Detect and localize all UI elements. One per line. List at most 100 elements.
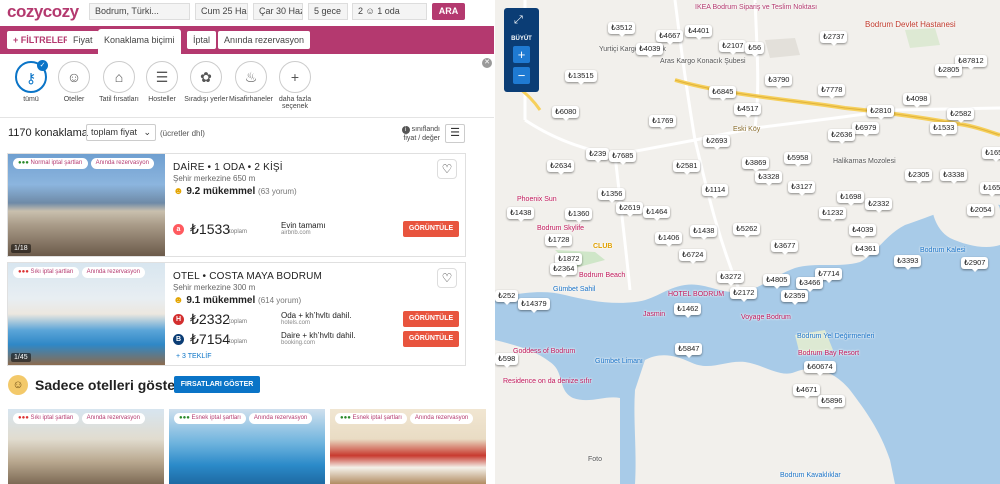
destination-input[interactable]: Bodrum, Türki... <box>89 3 190 20</box>
map-place-label[interactable]: Goddess of Bodrum <box>513 348 575 355</box>
map-price-pin[interactable]: ₺2907 <box>961 257 989 272</box>
view-offer-button[interactable]: GÖRÜNTÜLE <box>403 331 459 347</box>
tab-accommodation-type[interactable]: Konaklama biçimi <box>98 29 181 54</box>
classification-info[interactable]: i sınıflandı fiyat / değer <box>398 125 440 143</box>
map-price-pin[interactable]: ₺2582 <box>947 108 975 123</box>
close-icon[interactable]: ✕ <box>482 58 492 68</box>
map-place-label[interactable]: Phoenix Sun <box>517 196 557 203</box>
map-price-pin[interactable]: ₺1114 <box>702 184 729 199</box>
map-place-label[interactable]: Bodrum Devlet Hastanesi <box>865 20 956 29</box>
map-price-pin[interactable]: ₺3677 <box>771 240 799 255</box>
map-price-pin[interactable]: ₺3512 <box>608 22 636 37</box>
map-price-pin[interactable]: ₺1769 <box>649 115 677 130</box>
map-price-pin[interactable]: ₺598 <box>495 353 519 368</box>
map-place-label[interactable]: Halikarnas Mozolesi <box>833 158 896 165</box>
map-price-pin[interactable]: ₺4517 <box>734 103 762 118</box>
search-button[interactable]: ARA <box>432 3 465 20</box>
map-price-pin[interactable]: ₺2581 <box>673 160 701 175</box>
map-price-pin[interactable]: ₺1438 <box>507 207 535 222</box>
map-price-pin[interactable]: ₺4039 <box>636 43 664 58</box>
favorite-heart-icon[interactable]: ♡ <box>437 159 457 179</box>
map-place-label[interactable]: Voyage Bodrum <box>741 314 791 321</box>
guests-selector[interactable]: 2 ☺ 1 oda <box>352 3 427 20</box>
listing-title[interactable]: OTEL • COSTA MAYA BODRUM <box>173 271 322 282</box>
map-price-pin[interactable]: ₺2805 <box>935 64 963 79</box>
view-offer-button[interactable]: GÖRÜNTÜLE <box>403 221 459 237</box>
map-price-pin[interactable]: ₺1462 <box>674 303 702 318</box>
map-price-pin[interactable]: ₺6979 <box>852 122 880 137</box>
filters-button[interactable]: + FİLTRELER <box>7 31 76 49</box>
map-price-pin[interactable]: ₺1356 <box>598 188 626 203</box>
map-place-label[interactable]: Eski Köy <box>733 126 760 133</box>
checkout-date[interactable]: Çar 30 Haz <box>253 3 303 20</box>
map-price-pin[interactable]: ₺3127 <box>788 181 816 196</box>
show-deals-button[interactable]: FIRSATLARI GÖSTER <box>174 376 260 393</box>
listing-photo[interactable]: ●●● Sıkı iptal şartları Anında rezervasyo… <box>8 263 165 365</box>
listing-photo[interactable]: ●●● Normal iptal şartları Anında rezervas… <box>8 154 165 256</box>
expand-label[interactable]: BÜYÜT <box>504 36 539 42</box>
map-price-pin[interactable]: ₺2810 <box>867 105 895 120</box>
tab-cancellation[interactable]: İptal <box>187 31 217 49</box>
map-price-pin[interactable]: ₺1232 <box>819 207 847 222</box>
map-price-pin[interactable]: ₺13515 <box>565 70 597 85</box>
map-price-pin[interactable]: ₺2054 <box>967 204 995 219</box>
map-price-pin[interactable]: ₺3393 <box>894 255 922 270</box>
map-price-pin[interactable]: ₺2693 <box>703 135 731 150</box>
map-price-pin[interactable]: ₺239 <box>586 148 610 163</box>
map-price-pin[interactable]: ₺4098 <box>903 93 931 108</box>
map-price-pin[interactable]: ₺6845 <box>709 86 737 101</box>
map-price-pin[interactable]: ₺1464 <box>643 206 671 221</box>
listing-thumbnail[interactable]: ●●● Sıkı iptal şartları Anında rezervasyo… <box>8 409 164 484</box>
sort-select[interactable]: toplam fiyat ⌄ <box>86 124 156 141</box>
map-price-pin[interactable]: ₺2172 <box>730 287 758 302</box>
map-price-pin[interactable]: ₺7778 <box>818 84 846 99</box>
map-price-pin[interactable]: ₺5896 <box>818 395 846 410</box>
sort-menu-button[interactable]: ☰ <box>445 124 465 143</box>
map-price-pin[interactable]: ₺2634 <box>547 160 575 175</box>
map-price-pin[interactable]: ₺5958 <box>784 152 812 167</box>
map-view[interactable]: IKEA Bodrum Sipariş ve Teslim Noktası Yu… <box>495 0 1000 484</box>
map-place-label[interactable]: Bodrum Yel Değirmenleri <box>797 333 874 340</box>
map-price-pin[interactable]: ₺1728 <box>545 234 573 249</box>
map-price-pin[interactable]: ₺252 <box>495 290 519 305</box>
listing-thumbnail[interactable]: ●●● Esnek iptal şartları Anında rezervasy… <box>330 409 486 484</box>
map-price-pin[interactable]: ₺6724 <box>679 249 707 264</box>
map-place-label[interactable]: Jasmin <box>643 311 665 318</box>
map-price-pin[interactable]: ₺3869 <box>742 157 770 172</box>
map-price-pin[interactable]: ₺1533 <box>930 122 958 137</box>
map-place-label[interactable]: Aras Kargo Konacık Şubesi <box>660 58 746 65</box>
map-price-pin[interactable]: ₺3338 <box>940 169 968 184</box>
map-price-pin[interactable]: ₺6080 <box>552 106 580 121</box>
view-offer-button[interactable]: GÖRÜNTÜLE <box>403 311 459 327</box>
listing-thumbnail[interactable]: ●●● Esnek iptal şartları Anında rezervasy… <box>169 409 325 484</box>
map-price-pin[interactable]: ₺3328 <box>755 171 783 186</box>
map-place-label[interactable]: IKEA Bodrum Sipariş ve Teslim Noktası <box>695 4 817 11</box>
map-price-pin[interactable]: ₺2107 <box>719 40 747 55</box>
map-place-label[interactable]: Bodrum Bay Resort <box>798 350 859 357</box>
map-price-pin[interactable]: ₺5847 <box>675 343 703 358</box>
zoom-in-button[interactable]: + <box>513 46 530 63</box>
listing-title[interactable]: DAİRE • 1 ODA • 2 KİŞİ <box>173 162 283 173</box>
map-price-pin[interactable]: ₺1406 <box>655 232 683 247</box>
map-place-label[interactable]: HOTEL BODRUM <box>668 291 724 298</box>
map-price-pin[interactable]: ₺2332 <box>865 198 893 213</box>
map-place-label[interactable]: Residence on da denize sıfır <box>503 378 592 385</box>
map-price-pin[interactable]: ₺60674 <box>804 361 836 376</box>
listing-card[interactable]: ●●● Normal iptal şartları Anında rezervas… <box>7 153 466 257</box>
map-place-label[interactable]: Bodrum Beach <box>579 272 625 279</box>
zoom-out-button[interactable]: − <box>513 67 530 84</box>
map-price-pin[interactable]: ₺7685 <box>609 150 637 165</box>
map-price-pin[interactable]: ₺2364 <box>550 263 578 278</box>
map-place-label[interactable]: Foto <box>588 456 602 463</box>
map-price-pin[interactable]: ₺56 <box>745 42 765 57</box>
favorite-heart-icon[interactable]: ♡ <box>437 268 457 288</box>
tab-price[interactable]: Fiyat <box>67 31 99 49</box>
map-price-pin[interactable]: ₺2619 <box>616 202 644 217</box>
category-more[interactable]: + daha fazla seçenek <box>269 58 321 110</box>
map-price-pin[interactable]: ₺4401 <box>685 25 713 40</box>
map-place-label[interactable]: Bodrum Kalesi <box>920 247 966 254</box>
map-price-pin[interactable]: ₺14379 <box>518 298 550 313</box>
map-price-pin[interactable]: ₺3790 <box>765 74 793 89</box>
map-place-label[interactable]: Bodrum Kavaklıklar <box>780 472 841 479</box>
map-place-label[interactable]: Bodrum Skylife <box>537 225 584 232</box>
